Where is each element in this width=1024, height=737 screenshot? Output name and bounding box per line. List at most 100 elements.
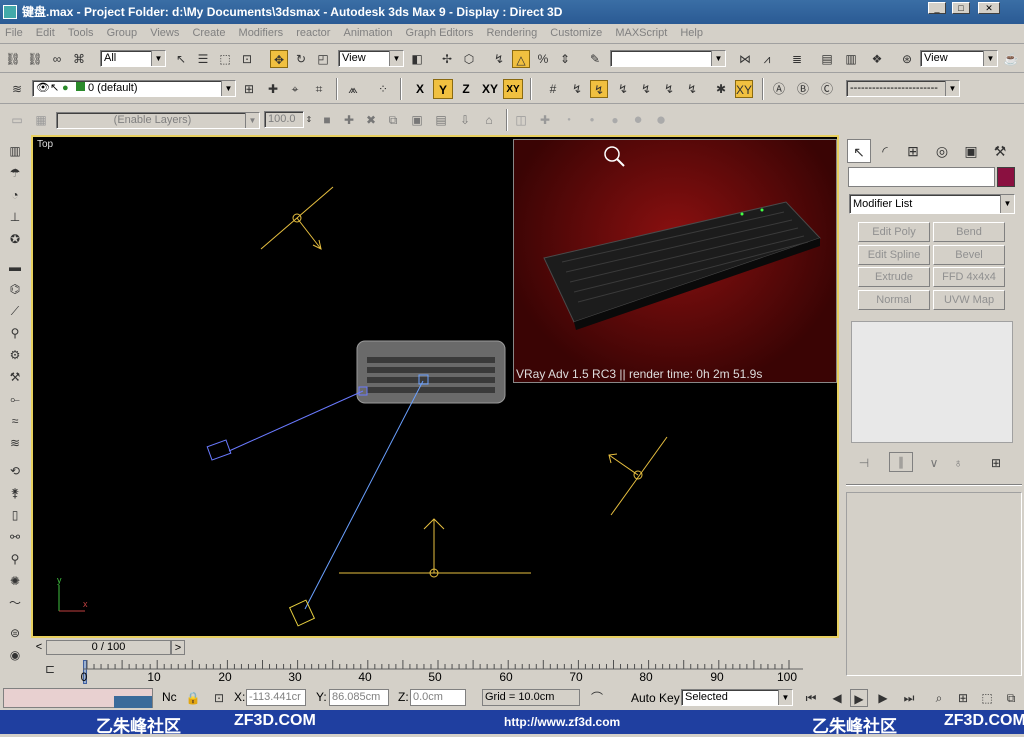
menu-modifiers[interactable]: Modifiers — [234, 24, 289, 43]
snap-vertex-icon[interactable]: ↯ — [590, 80, 608, 98]
menu-views[interactable]: Views — [145, 24, 184, 43]
water-icon[interactable]: ≈ — [6, 412, 24, 430]
select-layer-icon[interactable]: ⌖ — [286, 80, 304, 98]
configure-sets-icon[interactable]: ⊞ — [987, 454, 1005, 472]
select-object-icon[interactable]: ↖ — [172, 50, 190, 68]
enable-layers-dropdown[interactable]: (Enable Layers) ▼ — [56, 112, 260, 129]
maximize-button[interactable]: □ — [952, 2, 970, 14]
remove-modifier-icon[interactable]: ♁ — [949, 454, 967, 472]
point-to-point-icon[interactable]: ⚵ — [6, 484, 24, 502]
x-coord-field[interactable]: -113.441cr — [246, 689, 306, 706]
hinge-icon[interactable]: ⟲ — [6, 462, 24, 480]
minimize-button[interactable]: _ — [928, 2, 946, 14]
edit-named-selection-icon[interactable]: ✎ — [586, 50, 604, 68]
axis-z-button[interactable]: Z — [456, 79, 476, 99]
store-icon[interactable]: ▤ — [432, 111, 450, 129]
edit-spline-button[interactable]: Edit Spline — [858, 245, 930, 265]
render-b-icon[interactable]: Ⓑ — [794, 80, 812, 98]
menu-help[interactable]: Help — [675, 24, 708, 43]
teapot-icon[interactable]: ● — [62, 81, 76, 96]
modifier-stack[interactable] — [851, 321, 1013, 443]
select-by-name-icon[interactable]: ☰ — [194, 50, 212, 68]
z-coord-field[interactable]: 0.0cm — [410, 689, 466, 706]
menu-file[interactable]: File — [0, 24, 28, 43]
zoom-icon[interactable]: ⌕ — [930, 689, 948, 707]
reference-coordinate-dropdown[interactable]: View ▼ — [338, 50, 404, 67]
cursor-icon[interactable]: ↖ — [50, 81, 62, 96]
display-tab-icon[interactable]: ▣ — [959, 139, 983, 163]
motor-icon[interactable]: ⚲ — [6, 324, 24, 342]
menu-maxscript[interactable]: MAXScript — [610, 24, 672, 43]
rectangle-selection-icon[interactable]: ⬚ — [216, 50, 234, 68]
eye-icon[interactable]: 👁 — [36, 81, 50, 96]
flatten-icon[interactable]: ■ — [318, 111, 336, 129]
snap-midpoint-icon[interactable]: ↯ — [660, 80, 678, 98]
uvw-map-button[interactable]: UVW Map — [933, 290, 1005, 310]
time-next-button[interactable]: > — [171, 640, 185, 655]
play-icon[interactable]: ▶ — [850, 689, 868, 707]
ffd-button[interactable]: FFD 4x4x4 — [933, 267, 1005, 287]
brush-size-1-icon[interactable]: ● — [560, 111, 578, 129]
previous-frame-icon[interactable]: ◀ — [828, 689, 846, 707]
cloth-icon[interactable]: ☂ — [6, 164, 24, 182]
time-slider[interactable]: 0 / 100 — [46, 640, 171, 655]
line-style-dropdown[interactable]: ------------------------ ▼ — [846, 80, 960, 97]
menu-customize[interactable]: Customize — [545, 24, 607, 43]
auto-key-button[interactable]: Auto Key — [631, 691, 680, 705]
import-icon[interactable]: ⇩ — [456, 111, 474, 129]
toy-car-icon[interactable]: ⚒ — [6, 368, 24, 386]
add-to-layer-icon[interactable]: ✚ — [264, 80, 282, 98]
menu-rendering[interactable]: Rendering — [481, 24, 542, 43]
set-key-icon[interactable]: ⌒ — [588, 689, 606, 707]
hierarchy-tab-icon[interactable]: ⊞ — [901, 139, 925, 163]
transform-gizmo-icon[interactable]: ⩕ — [344, 80, 362, 98]
go-to-start-icon[interactable]: ⏮ — [802, 689, 820, 707]
menu-edit[interactable]: Edit — [31, 24, 60, 43]
spinner-snap-icon[interactable]: ⇕ — [556, 50, 574, 68]
create-animation-icon[interactable]: 〜 — [6, 594, 24, 612]
check-convexity-icon[interactable]: ◉ — [6, 646, 24, 664]
menu-reactor[interactable]: reactor — [291, 24, 335, 43]
scale-icon[interactable]: ◰ — [314, 50, 332, 68]
zoom-extents-icon[interactable]: ⬚ — [978, 689, 996, 707]
app-icon[interactable] — [3, 5, 17, 19]
utilities-tab-icon[interactable]: ⚒ — [988, 139, 1012, 163]
soft-body-icon[interactable]: ◔ — [6, 186, 24, 204]
snap-endpoint-icon[interactable]: ↯ — [614, 80, 632, 98]
snap-options-icon[interactable]: ✱ — [712, 80, 730, 98]
move-icon[interactable]: ✥ — [270, 50, 288, 68]
go-to-end-icon[interactable]: ⏭ — [900, 689, 918, 707]
track-bar[interactable]: ⊏ 0 10 20 30 40 50 60 70 80 90 100 — [31, 658, 839, 686]
material-editor-icon[interactable]: ❖ — [868, 50, 886, 68]
render-view-dropdown[interactable]: View ▼ — [920, 50, 998, 67]
constraint-solver-icon[interactable]: ≋ — [6, 434, 24, 452]
normal-button[interactable]: Normal — [858, 290, 930, 310]
render-c-icon[interactable]: Ⓒ — [818, 80, 836, 98]
rigid-body-icon[interactable]: ▥ — [6, 142, 24, 160]
layer-props-icon[interactable]: ▭ — [8, 111, 26, 129]
zoom-extents-all-icon[interactable]: ⧉ — [1002, 689, 1020, 707]
prismatic-icon[interactable]: ▯ — [6, 506, 24, 524]
modifier-list-dropdown[interactable]: Modifier List ▼ — [849, 194, 1015, 214]
set-current-layer-icon[interactable]: ⌗ — [310, 80, 328, 98]
layers-icon[interactable]: ≋ — [8, 80, 26, 98]
snap-pivot-icon[interactable]: ↯ — [568, 80, 586, 98]
named-selection-dropdown[interactable]: ▼ — [610, 50, 726, 67]
rotate-icon[interactable]: ↻ — [292, 50, 310, 68]
car-wheel-icon[interactable]: ⚯ — [6, 528, 24, 546]
render-scene-icon[interactable]: ⊛ — [898, 50, 916, 68]
plane-icon[interactable]: ▬ — [6, 258, 24, 276]
bend-button[interactable]: Bend — [933, 222, 1005, 242]
object-color-swatch[interactable] — [997, 167, 1015, 187]
time-prev-button[interactable]: < — [33, 640, 45, 655]
selection-filter-dropdown[interactable]: All ▼ — [100, 50, 166, 67]
rope-icon[interactable]: ⊥ — [6, 208, 24, 226]
copy-icon[interactable]: ⧉ — [384, 111, 402, 129]
fracture-icon[interactable]: ⟜ — [6, 390, 24, 408]
menu-create[interactable]: Create — [187, 24, 230, 43]
schematic-view-icon[interactable]: ▥ — [842, 50, 860, 68]
snap-xy-icon[interactable]: XY — [735, 80, 753, 98]
snap-edge-icon[interactable]: ↯ — [637, 80, 655, 98]
window-crossing-icon[interactable]: ⊡ — [238, 50, 256, 68]
vray-render-window[interactable]: VRay Adv 1.5 RC3 || render time: 0h 2m 5… — [513, 139, 837, 383]
